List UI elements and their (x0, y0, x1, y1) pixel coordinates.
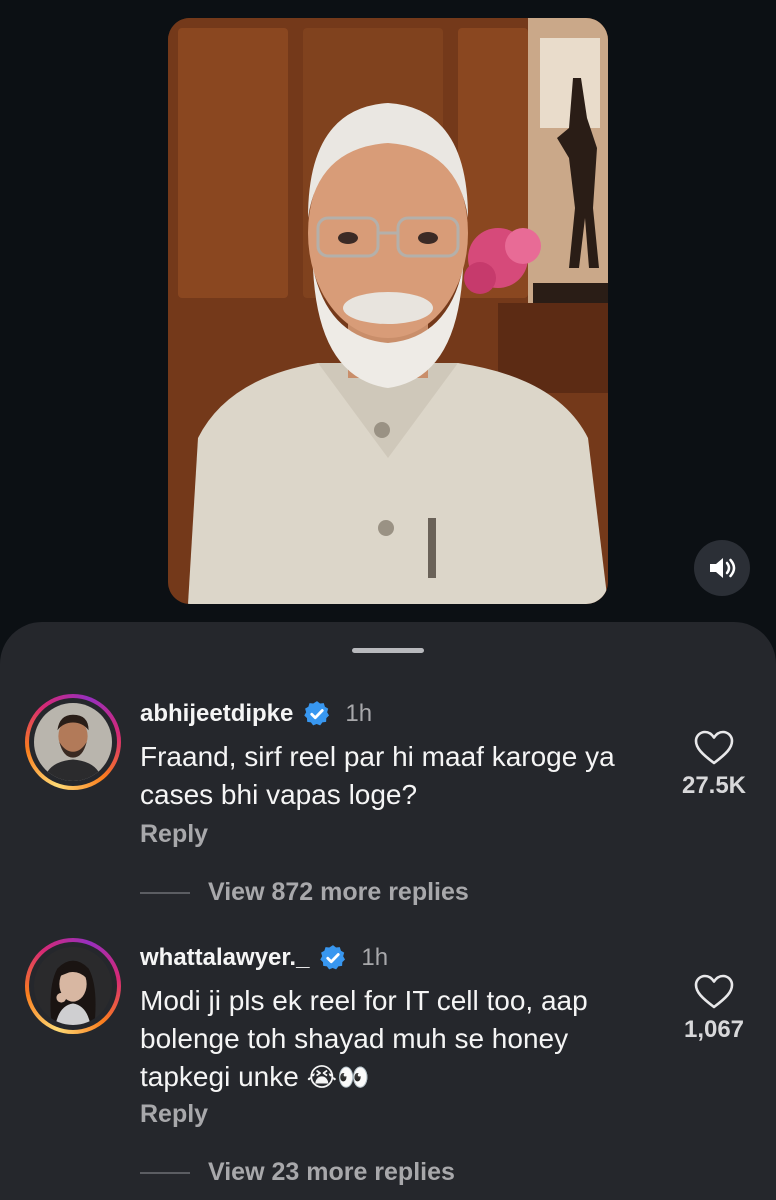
comment-text: Modi ji pls ek reel for IT cell too, aap… (140, 982, 660, 1097)
comment-username[interactable]: whattalawyer._ (140, 944, 309, 972)
verified-badge-icon (304, 701, 330, 726)
heart-outline-icon (694, 974, 734, 1009)
avatar[interactable] (25, 938, 121, 1034)
speaker-icon (710, 558, 736, 578)
comment-username[interactable]: abhijeetdipke (140, 700, 293, 728)
comment-header: abhijeetdipke 1h (140, 700, 372, 728)
view-more-replies[interactable]: View 872 more replies (140, 878, 469, 907)
like-button[interactable]: 27.5K (664, 730, 764, 800)
video-frame-image (168, 18, 608, 604)
view-more-label: View 872 more replies (208, 878, 469, 906)
sheet-drag-handle[interactable] (352, 648, 424, 653)
reel-comments-screen: abhijeetdipke 1h Fraand, sirf reel par h… (0, 0, 776, 1200)
like-count: 1,067 (683, 1016, 745, 1043)
like-button[interactable]: 1,067 (664, 974, 764, 1044)
comment-text: Fraand, sirf reel par hi maaf karoge ya … (140, 741, 615, 810)
comment-emoji: 😭👀 (306, 1063, 370, 1093)
comment-time: 1h (361, 944, 389, 971)
reel-video[interactable] (168, 18, 608, 604)
view-more-replies[interactable]: View 23 more replies (140, 1158, 455, 1187)
mute-button[interactable] (694, 540, 750, 596)
heart-outline-icon (694, 730, 734, 765)
like-count: 27.5K (681, 772, 747, 799)
reply-button[interactable]: Reply (140, 1100, 208, 1129)
verified-badge-icon (320, 945, 346, 970)
comment-time: 1h (345, 700, 373, 727)
divider-line (140, 1171, 190, 1174)
comment-header: whattalawyer._ 1h (140, 944, 388, 972)
avatar-image (34, 947, 112, 1025)
avatar-image (34, 703, 112, 781)
avatar[interactable] (25, 694, 121, 790)
divider-line (140, 891, 190, 894)
reply-button[interactable]: Reply (140, 820, 208, 849)
comments-sheet: abhijeetdipke 1h Fraand, sirf reel par h… (0, 622, 776, 1200)
view-more-label: View 23 more replies (208, 1158, 455, 1186)
